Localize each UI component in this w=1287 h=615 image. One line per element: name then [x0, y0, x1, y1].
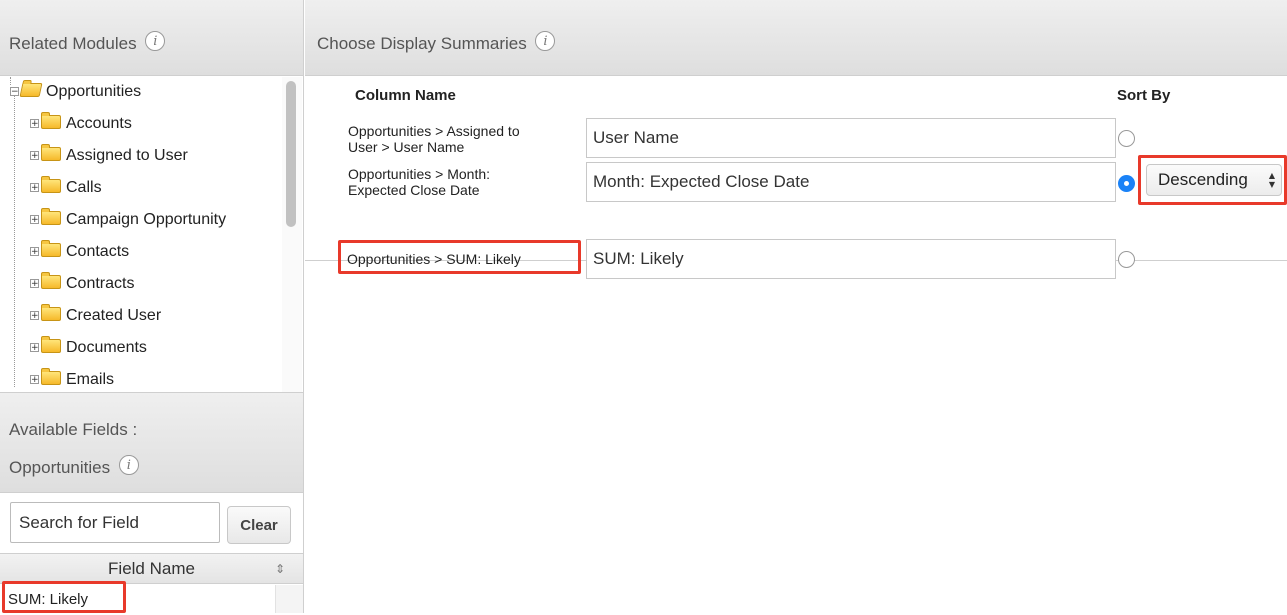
expand-icon[interactable]: + [30, 247, 39, 257]
folder-icon [41, 368, 61, 385]
sort-by-header: Sort By [1117, 87, 1171, 104]
tree-item-label: Opportunities [46, 83, 142, 100]
tree-item-campaign-opportunity[interactable]: + Campaign Opportunity [30, 205, 226, 235]
field-name-column-header[interactable]: Field Name ⇕ [0, 553, 303, 584]
expand-icon[interactable]: + [30, 119, 39, 129]
tree-item-contracts[interactable]: + Contracts [30, 269, 134, 299]
expand-icon[interactable]: + [30, 343, 39, 353]
tree-item-contacts[interactable]: + Contacts [30, 237, 129, 267]
tree-item-calls[interactable]: + Calls [30, 173, 102, 203]
clear-button[interactable]: Clear [227, 506, 291, 544]
tree-item-created-user[interactable]: + Created User [30, 301, 161, 331]
search-field-input[interactable] [10, 502, 220, 543]
tree-item-documents[interactable]: + Documents [30, 333, 147, 363]
tree-item-label: Assigned to User [66, 147, 188, 164]
expand-icon[interactable]: + [30, 151, 39, 161]
tree-item-label: Accounts [66, 115, 132, 132]
folder-icon [41, 336, 61, 353]
expand-icon[interactable]: + [30, 183, 39, 193]
folder-icon [41, 304, 61, 321]
tree-item-label: Emails [66, 371, 115, 388]
field-list-scrollbar[interactable] [275, 585, 303, 613]
summary-row-label-line2: User > User Name [348, 139, 465, 155]
tree-item-label: Contacts [66, 243, 130, 260]
expand-icon[interactable]: + [30, 375, 39, 385]
expand-icon[interactable]: + [30, 311, 39, 321]
folder-icon [41, 208, 61, 225]
tree-item-label: Contracts [66, 275, 135, 292]
tree-scrollbar-thumb[interactable] [286, 81, 296, 227]
expand-icon[interactable]: + [30, 279, 39, 289]
info-icon[interactable]: i [118, 455, 139, 475]
tree-item-opportunities[interactable]: − Opportunities [10, 77, 141, 107]
info-icon[interactable]: i [145, 31, 166, 51]
summary-display-name-input[interactable] [586, 162, 1116, 202]
folder-icon [41, 240, 61, 257]
summary-display-name-input[interactable] [586, 239, 1116, 279]
tree-item-accounts[interactable]: + Accounts [30, 109, 132, 139]
available-fields-header: Available Fields : Opportunities i [0, 392, 303, 493]
tree-item-emails[interactable]: + Emails [30, 365, 114, 392]
sort-by-radio[interactable] [1118, 130, 1135, 147]
module-tree: − Opportunities + Accounts + Assigned to Us… [0, 77, 303, 392]
folder-open-icon [19, 83, 43, 97]
expand-icon[interactable]: + [30, 215, 39, 225]
folder-icon [41, 144, 61, 161]
related-modules-title: Related Modules [9, 34, 137, 53]
highlight-box [338, 240, 581, 274]
tree-item-label: Documents [66, 339, 147, 356]
summary-row-label-line2: Expected Close Date [348, 182, 480, 198]
sort-by-radio-selected[interactable] [1118, 175, 1135, 192]
summary-row-label: Opportunities > Month: Expected Close Da… [348, 166, 578, 198]
related-modules-header: Related Modules i [0, 0, 303, 76]
collapse-icon[interactable]: − [10, 87, 19, 97]
tree-item-assigned-to-user[interactable]: + Assigned to User [30, 141, 188, 171]
summary-row-label-line1: Opportunities > Assigned to [348, 123, 520, 139]
info-icon[interactable]: i [535, 31, 556, 51]
summary-display-name-input[interactable] [586, 118, 1116, 158]
display-summaries-header: Choose Display Summaries i [305, 0, 1287, 76]
tree-connector [14, 87, 15, 387]
tree-item-label: Campaign Opportunity [66, 211, 227, 228]
column-name-header: Column Name [355, 87, 456, 104]
tree-item-label: Created User [66, 307, 162, 324]
sort-by-radio[interactable] [1118, 251, 1135, 268]
folder-icon [41, 112, 61, 129]
sort-icon[interactable]: ⇕ [275, 554, 285, 584]
summary-row-label: Opportunities > Assigned to User > User … [348, 123, 578, 155]
available-fields-module: Opportunities [9, 458, 111, 477]
field-name-header-label: Field Name [108, 559, 195, 578]
highlight-box [2, 581, 126, 613]
folder-icon [41, 272, 61, 289]
tree-item-label: Calls [66, 179, 102, 196]
display-summaries-title: Choose Display Summaries [317, 34, 527, 53]
folder-icon [41, 176, 61, 193]
available-fields-title: Available Fields : [9, 420, 138, 439]
summary-row-label-line1: Opportunities > Month: [348, 166, 491, 182]
highlight-box [1138, 155, 1287, 205]
